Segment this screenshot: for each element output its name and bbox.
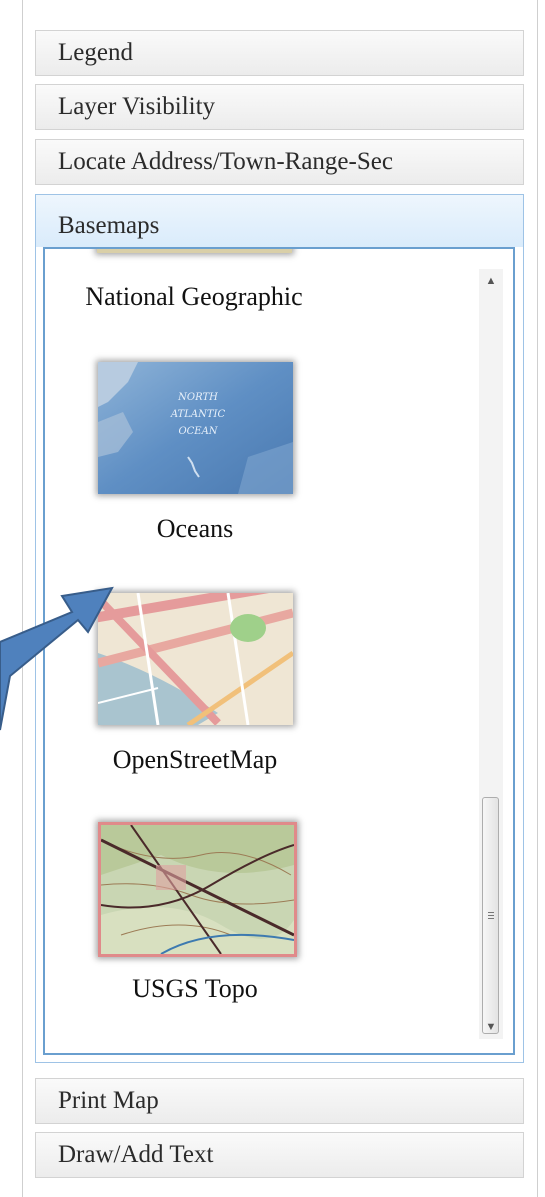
basemaps-panel: National Geographic NORTH ATLANTIC OCEAN… [35,247,524,1063]
oceans-text-north: NORTH [177,392,218,403]
openstreetmap-thumbnail[interactable] [98,593,293,725]
basemap-gallery: National Geographic NORTH ATLANTIC OCEAN… [43,247,515,1055]
accordion-header-basemaps[interactable]: Basemaps [35,194,524,248]
oceans-text-atlantic: ATLANTIC [170,409,226,420]
scrollbar-thumb[interactable] [482,797,499,1034]
national-geographic-map-thumbnail[interactable] [97,249,292,253]
basemap-gallery-scrollbar[interactable]: ▲ ▼ [479,269,503,1039]
panel-left-border [22,0,23,1197]
basemap-label-national-geographic[interactable]: National Geographic [54,279,334,315]
scroll-up-arrow-icon[interactable]: ▲ [479,269,503,293]
accordion-header-legend[interactable]: Legend [35,30,524,76]
scroll-down-arrow-icon[interactable]: ▼ [479,1015,503,1039]
scrollbar-grip-line [488,918,494,919]
accordion-header-locate-address[interactable]: Locate Address/Town-Range-Sec [35,139,524,185]
oceans-text-ocean: OCEAN [178,426,218,437]
accordion-header-layer-visibility[interactable]: Layer Visibility [35,84,524,130]
panel-right-border [537,0,538,1197]
oceans-map-thumbnail[interactable]: NORTH ATLANTIC OCEAN [98,362,293,494]
basemap-label-oceans[interactable]: Oceans [55,511,335,547]
accordion-header-draw-add-text[interactable]: Draw/Add Text [35,1132,524,1178]
scrollbar-grip-icon [488,912,494,913]
scrollbar-grip-line [488,915,494,916]
basemap-label-openstreetmap[interactable]: OpenStreetMap [55,742,335,778]
basemap-label-usgs-topo[interactable]: USGS Topo [55,971,335,1007]
usgs-topo-thumbnail[interactable] [98,822,297,957]
accordion-header-print-map[interactable]: Print Map [35,1078,524,1124]
